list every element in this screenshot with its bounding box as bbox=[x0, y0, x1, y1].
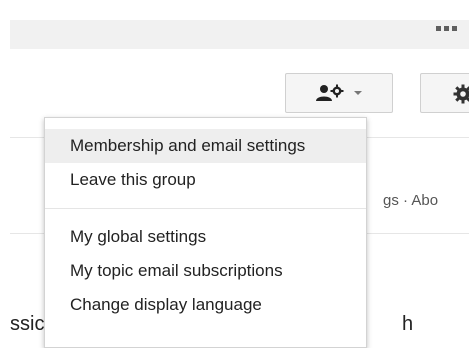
gear-icon bbox=[453, 84, 469, 104]
member-settings-button[interactable] bbox=[285, 73, 393, 113]
apps-grid-icon[interactable] bbox=[436, 26, 460, 32]
menu-item-membership-settings[interactable]: Membership and email settings bbox=[45, 129, 366, 163]
top-bar bbox=[10, 20, 469, 49]
member-settings-menu: Membership and email settings Leave this… bbox=[44, 117, 367, 348]
menu-divider bbox=[45, 208, 366, 209]
settings-button[interactable] bbox=[420, 73, 469, 113]
content-text-fragment: h bbox=[402, 313, 414, 335]
menu-item-global-settings[interactable]: My global settings bbox=[45, 220, 366, 254]
menu-item-topic-subscriptions[interactable]: My topic email subscriptions bbox=[45, 254, 366, 288]
user-settings-icon bbox=[316, 84, 344, 101]
menu-item-leave-group[interactable]: Leave this group bbox=[45, 163, 366, 197]
chevron-down-icon bbox=[354, 91, 362, 95]
content-text-fragment: ssic bbox=[10, 313, 45, 335]
menu-item-display-language[interactable]: Change display language bbox=[45, 288, 366, 322]
header-links-fragment[interactable]: gs · Abo bbox=[383, 192, 438, 209]
